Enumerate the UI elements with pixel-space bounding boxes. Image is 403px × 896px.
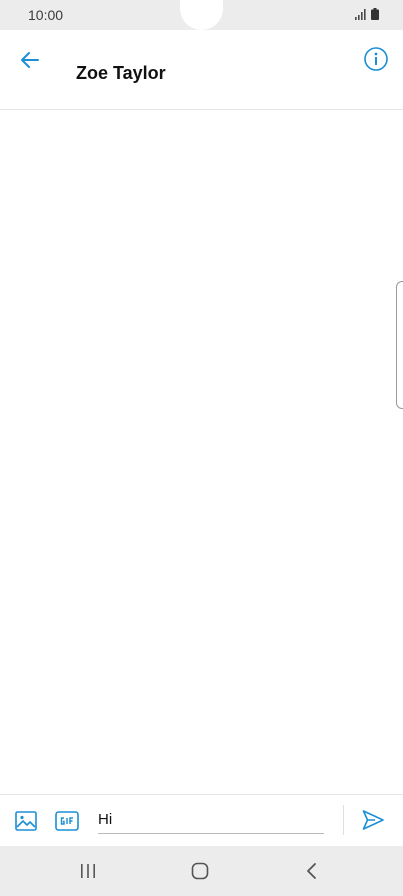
arrow-left-icon[interactable]	[18, 48, 42, 72]
camera-notch	[180, 0, 223, 30]
system-nav-bar	[0, 846, 403, 896]
message-composer	[0, 794, 403, 847]
message-input[interactable]	[98, 805, 324, 834]
edge-panel-handle[interactable]	[396, 281, 403, 409]
signal-icon	[355, 9, 366, 20]
recents-icon[interactable]	[78, 861, 98, 881]
info-circle-icon[interactable]	[363, 46, 389, 72]
back-nav-icon[interactable]	[302, 861, 322, 881]
conversation-area[interactable]	[0, 110, 403, 794]
gif-icon[interactable]	[55, 810, 79, 832]
send-icon[interactable]	[361, 808, 385, 832]
contact-title: Zoe Taylor	[76, 63, 166, 83]
status-icons	[355, 8, 379, 20]
home-icon[interactable]	[190, 861, 210, 881]
status-bar: 10:00	[0, 0, 403, 30]
composer-divider	[343, 805, 344, 835]
battery-icon	[371, 8, 379, 20]
image-icon[interactable]	[14, 809, 38, 833]
app-bar: Zoe Taylor	[0, 30, 403, 110]
status-time: 10:00	[28, 7, 64, 23]
